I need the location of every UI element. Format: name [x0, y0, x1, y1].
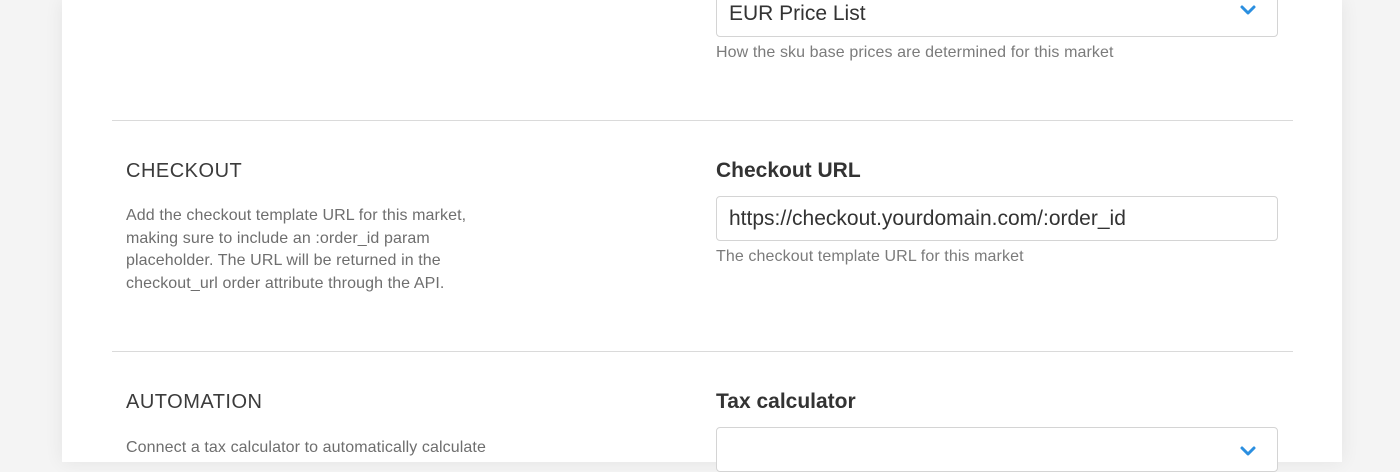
price-list-select[interactable]: EUR Price List — [716, 0, 1278, 37]
automation-section-title: AUTOMATION — [126, 391, 263, 413]
section-divider — [112, 351, 1293, 352]
tax-calculator-select[interactable] — [716, 427, 1278, 472]
chevron-down-icon — [1240, 446, 1256, 456]
checkout-url-label: Checkout URL — [716, 159, 861, 182]
price-list-help: How the sku base prices are determined f… — [716, 44, 1114, 61]
price-list-select-value: EUR Price List — [729, 2, 866, 25]
chevron-down-icon — [1240, 5, 1256, 15]
checkout-url-help: The checkout template URL for this marke… — [716, 248, 1024, 265]
checkout-section-title: CHECKOUT — [126, 160, 243, 182]
section-divider — [112, 120, 1293, 121]
checkout-section-description: Add the checkout template URL for this m… — [126, 207, 467, 292]
checkout-url-input[interactable] — [716, 196, 1278, 241]
market-settings-card: EUR Price List How the sku base prices a… — [62, 0, 1342, 472]
automation-section-description: Connect a tax calculator to automaticall… — [126, 439, 486, 456]
tax-calculator-label: Tax calculator — [716, 390, 856, 413]
